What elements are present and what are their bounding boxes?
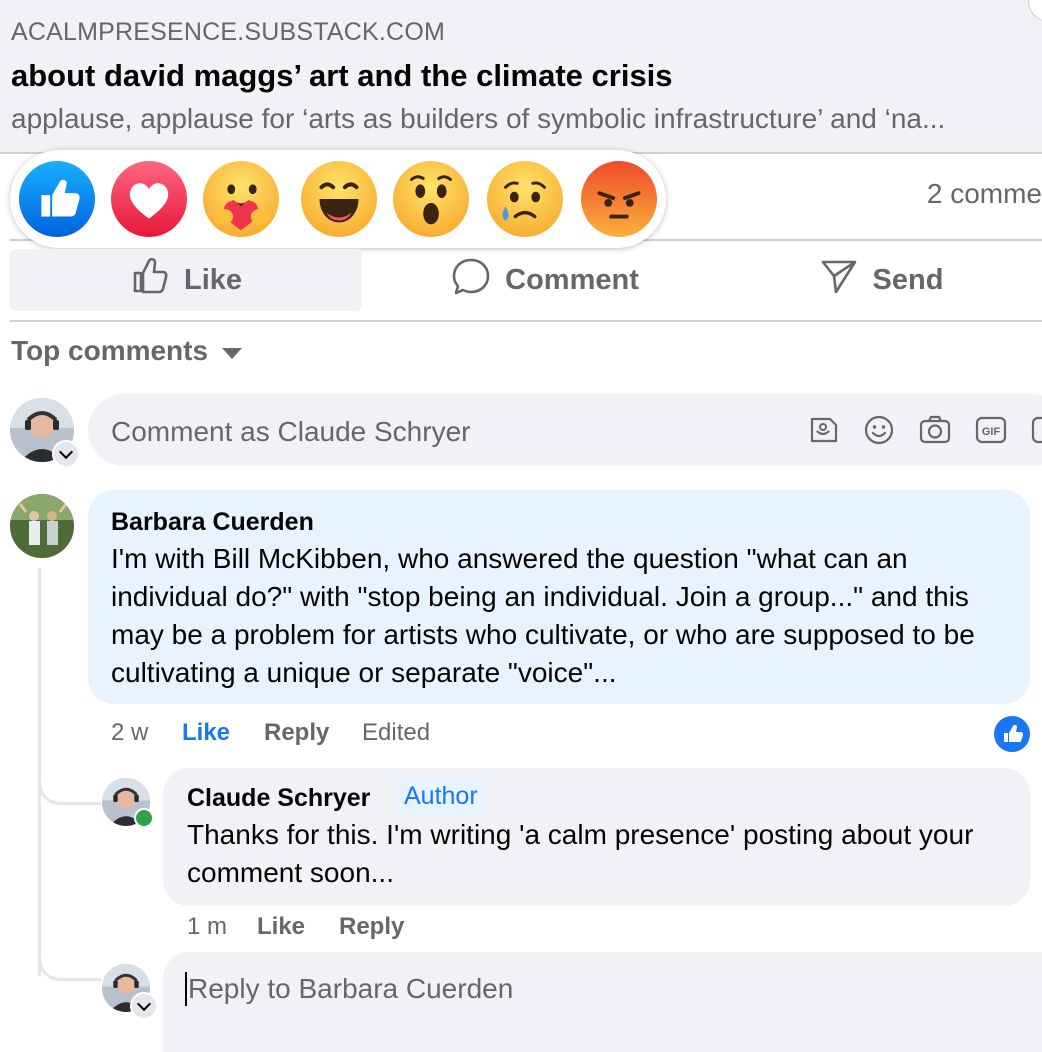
divider: [10, 320, 1042, 322]
reply-text: Thanks for this. I'm writing 'a calm pre…: [187, 819, 974, 888]
like-reaction-badge[interactable]: [992, 714, 1032, 754]
gif-icon[interactable]: GIF: [974, 413, 1008, 447]
avatar-barbara-cuerden[interactable]: [10, 494, 74, 558]
like-button[interactable]: Like: [10, 249, 362, 311]
link-domain: ACALMPRESENCE.SUBSTACK.COM: [11, 18, 445, 46]
emoji-icon[interactable]: [862, 413, 896, 447]
comment-like-link[interactable]: Like: [182, 719, 230, 747]
comment-author[interactable]: Barbara Cuerden: [111, 508, 314, 537]
like-icon[interactable]: [18, 160, 96, 238]
reaction-picker: [10, 150, 666, 248]
reply-reply-link[interactable]: Reply: [339, 913, 404, 941]
reply-timestamp[interactable]: 1 m: [187, 913, 227, 941]
comment-reply-link[interactable]: Reply: [264, 719, 329, 747]
haha-icon[interactable]: [300, 160, 378, 238]
send-label: Send: [872, 263, 944, 296]
care-icon[interactable]: [202, 160, 280, 238]
angry-icon[interactable]: [580, 160, 658, 238]
like-label: Like: [183, 263, 243, 296]
comment-count[interactable]: 2 comme: [927, 178, 1042, 210]
chevron-down-icon[interactable]: [52, 440, 80, 468]
sort-label: Top comments: [11, 335, 209, 366]
comment-text: I'm with Bill McKibben, who answered the…: [111, 543, 975, 688]
svg-text:GIF: GIF: [982, 426, 1001, 438]
comment-timestamp[interactable]: 2 w: [111, 719, 148, 747]
link-title[interactable]: about david maggs’ art and the climate c…: [11, 58, 673, 94]
comment-button[interactable]: Comment: [380, 249, 710, 311]
text-cursor: [185, 972, 187, 1006]
author-badge: Author: [396, 777, 486, 815]
thread-connector: [38, 948, 101, 981]
send-icon: [819, 256, 859, 304]
reply-author[interactable]: Claude Schryer: [187, 784, 370, 813]
link-description: applause, applause for ‘arts as builders…: [11, 103, 946, 134]
speech-bubble-icon: [451, 256, 491, 304]
reply-like-link[interactable]: Like: [257, 913, 305, 941]
thread-connector: [38, 772, 101, 805]
send-button[interactable]: Send: [720, 249, 1042, 311]
thumbs-up-icon: [130, 256, 170, 304]
comment-edited-label[interactable]: Edited: [362, 719, 430, 747]
reply-input-placeholder: Reply to Barbara Cuerden: [188, 973, 514, 1004]
camera-icon[interactable]: [918, 413, 952, 447]
comments-sort-dropdown[interactable]: Top comments: [11, 335, 243, 367]
sad-icon[interactable]: [486, 160, 564, 238]
online-status-dot: [134, 808, 154, 828]
chevron-down-icon[interactable]: [130, 992, 158, 1020]
love-icon[interactable]: [110, 160, 188, 238]
thumbs-up-icon: [1004, 724, 1023, 742]
avatar-sticker-icon[interactable]: [806, 413, 840, 447]
caret-down-icon: [222, 347, 243, 359]
comment-label: Comment: [505, 263, 639, 296]
wow-icon[interactable]: [392, 160, 470, 238]
sticker-icon[interactable]: [1030, 413, 1042, 447]
comment-input-placeholder: Comment as Claude Schryer: [111, 416, 471, 447]
